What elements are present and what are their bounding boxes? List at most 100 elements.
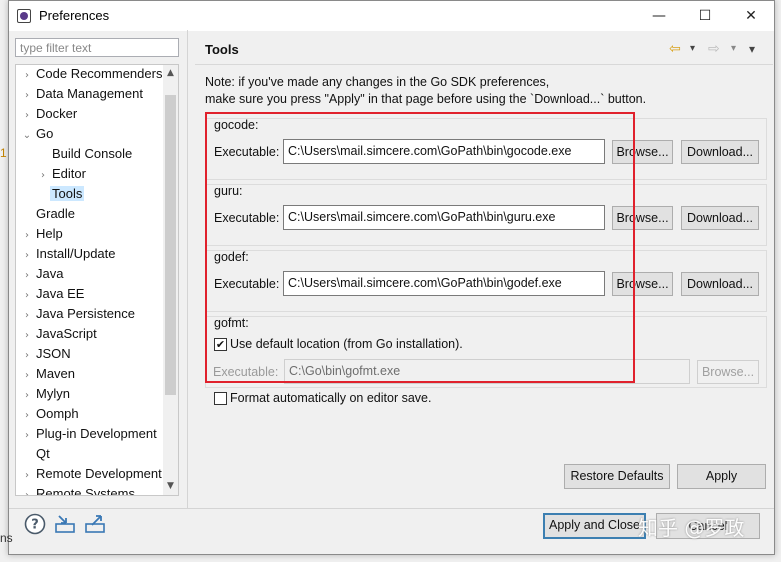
expand-chevron-icon[interactable]: › [20,286,34,306]
expand-chevron-icon[interactable]: › [20,486,34,495]
apply-and-close-button[interactable]: Apply and Close [543,513,646,539]
note-line-2: make sure you press "Apply" in that page… [205,92,647,106]
apply-button[interactable]: Apply [677,464,766,489]
scroll-down-icon[interactable]: ▼ [163,478,178,495]
tree-item-label: Plug-in Development [36,426,157,441]
footer-separator [9,508,774,509]
expand-chevron-icon[interactable]: › [20,326,34,346]
svg-text:?: ? [31,518,39,533]
window-title: Preferences [39,8,110,23]
expand-chevron-icon[interactable]: › [20,106,34,126]
close-window-button[interactable]: ✕ [728,1,774,31]
back-menu-icon[interactable]: ▾ [690,41,695,57]
note-line-1: Note: if you've made any changes in the … [205,75,550,89]
scrollbar-thumb[interactable] [165,95,176,395]
tree-item-label: JSON [36,346,71,361]
import-icon[interactable] [54,513,76,535]
format-on-save-checkbox[interactable] [214,392,227,405]
page-title: Tools [205,42,239,57]
tree-item-label: Java [36,266,64,281]
expand-chevron-icon[interactable]: ⌄ [20,126,34,146]
tree-item-label: Code Recommenders [36,66,163,81]
expand-chevron-icon[interactable]: › [20,466,34,486]
gocode-download-button[interactable]: Download... [681,140,759,164]
tree-item-maven[interactable]: › Maven [20,364,77,384]
expand-chevron-icon[interactable]: › [20,366,34,386]
tree-item-label: Remote Systems [36,486,135,496]
tree-item-label: Mylyn [36,386,70,401]
tree-item-build-console[interactable]: Build Console [36,144,134,164]
tree-item-label: Remote Development [36,466,162,481]
tree-item-install-update[interactable]: › Install/Update [20,244,118,264]
tree-item-label: Maven [36,366,76,381]
tree-item-label: Java Persistence [36,306,135,321]
tree-item-plug-in-development[interactable]: › Plug-in Development [20,424,159,444]
highlight-annotation-box [205,112,635,383]
title-bar: Preferences — ☐ ✕ [9,1,774,31]
tree-item-label: Docker [36,106,78,121]
tree-item-qt[interactable]: Qt [20,444,52,464]
tree-item-label: JavaScript [36,326,97,341]
expand-chevron-icon[interactable]: › [20,246,34,266]
scroll-up-icon[interactable]: ▲ [163,65,178,82]
expand-chevron-icon[interactable]: › [20,306,34,326]
tree-item-gradle[interactable]: Gradle [20,204,77,224]
tree-item-label: Qt [36,446,50,461]
expand-chevron-icon[interactable]: › [20,386,34,406]
tree-item-remote-systems[interactable]: › Remote Systems [20,484,137,496]
tree-item-label: Gradle [36,206,76,221]
expand-chevron-icon[interactable]: › [20,266,34,286]
tree-item-label: Help [36,226,63,241]
forward-menu-icon[interactable]: ▾ [731,41,736,57]
zhihu-watermark: 知乎 @罗政 [638,516,745,540]
tree-item-help[interactable]: › Help [20,224,65,244]
format-on-save-label[interactable]: Format automatically on editor save. [230,391,431,405]
tree-item-oomph[interactable]: › Oomph [20,404,81,424]
tree-item-label: Install/Update [36,246,116,261]
tree-item-go[interactable]: ⌄ Go [20,124,55,144]
tree-item-java-ee[interactable]: › Java EE [20,284,86,304]
eclipse-app-icon [17,9,31,23]
restore-defaults-button[interactable]: Restore Defaults [564,464,670,489]
filter-input[interactable]: type filter text [15,38,179,57]
tree-item-label: Data Management [36,86,143,101]
tree-item-json[interactable]: › JSON [20,344,73,364]
expand-chevron-icon[interactable]: › [36,166,50,186]
godef-download-button[interactable]: Download... [681,272,759,296]
tree-item-label: Go [36,126,54,141]
header-separator [195,64,773,65]
expand-chevron-icon[interactable]: › [20,86,34,106]
tree-item-editor[interactable]: › Editor [36,164,88,184]
tree-item-java[interactable]: › Java [20,264,65,284]
tree-item-label: Build Console [52,146,133,161]
expand-chevron-icon[interactable]: › [20,66,34,86]
maximize-button[interactable]: ☐ [682,1,728,31]
tree-item-remote-development[interactable]: › Remote Development [20,464,164,484]
view-menu-icon[interactable]: ▾ [749,41,755,57]
tree-item-docker[interactable]: › Docker [20,104,79,124]
tree-item-javascript[interactable]: › JavaScript [20,324,99,344]
tree-item-java-persistence[interactable]: › Java Persistence [20,304,137,324]
tree-item-label: Editor [52,166,86,181]
expand-chevron-icon[interactable]: › [20,406,34,426]
expand-chevron-icon[interactable]: › [20,346,34,366]
background-fragment-bottom: ns [0,531,13,545]
pane-splitter[interactable] [187,30,188,508]
tree-item-data-management[interactable]: › Data Management [20,84,145,104]
preference-tree: › Code Recommenders › Data Management › Docke… [15,64,179,496]
tree-item-tools[interactable]: Tools [36,184,85,204]
guru-download-button[interactable]: Download... [681,206,759,230]
expand-chevron-icon[interactable]: › [20,226,34,246]
tree-item-code-recommenders[interactable]: › Code Recommenders [20,65,164,86]
export-icon[interactable] [84,513,106,535]
expand-chevron-icon[interactable]: › [20,426,34,446]
forward-arrow-icon[interactable]: ⇨ [708,41,720,57]
tree-scrollbar[interactable]: ▲ ▼ [163,65,178,495]
back-arrow-icon[interactable]: ⇦ [669,41,681,57]
tree-item-mylyn[interactable]: › Mylyn [20,384,72,404]
help-icon[interactable]: ? [24,513,46,535]
minimize-button[interactable]: — [636,1,682,31]
tree-item-label: Oomph [36,406,79,421]
gofmt-browse-button: Browse... [697,360,759,384]
note-text: Note: if you've made any changes in the … [205,74,646,108]
